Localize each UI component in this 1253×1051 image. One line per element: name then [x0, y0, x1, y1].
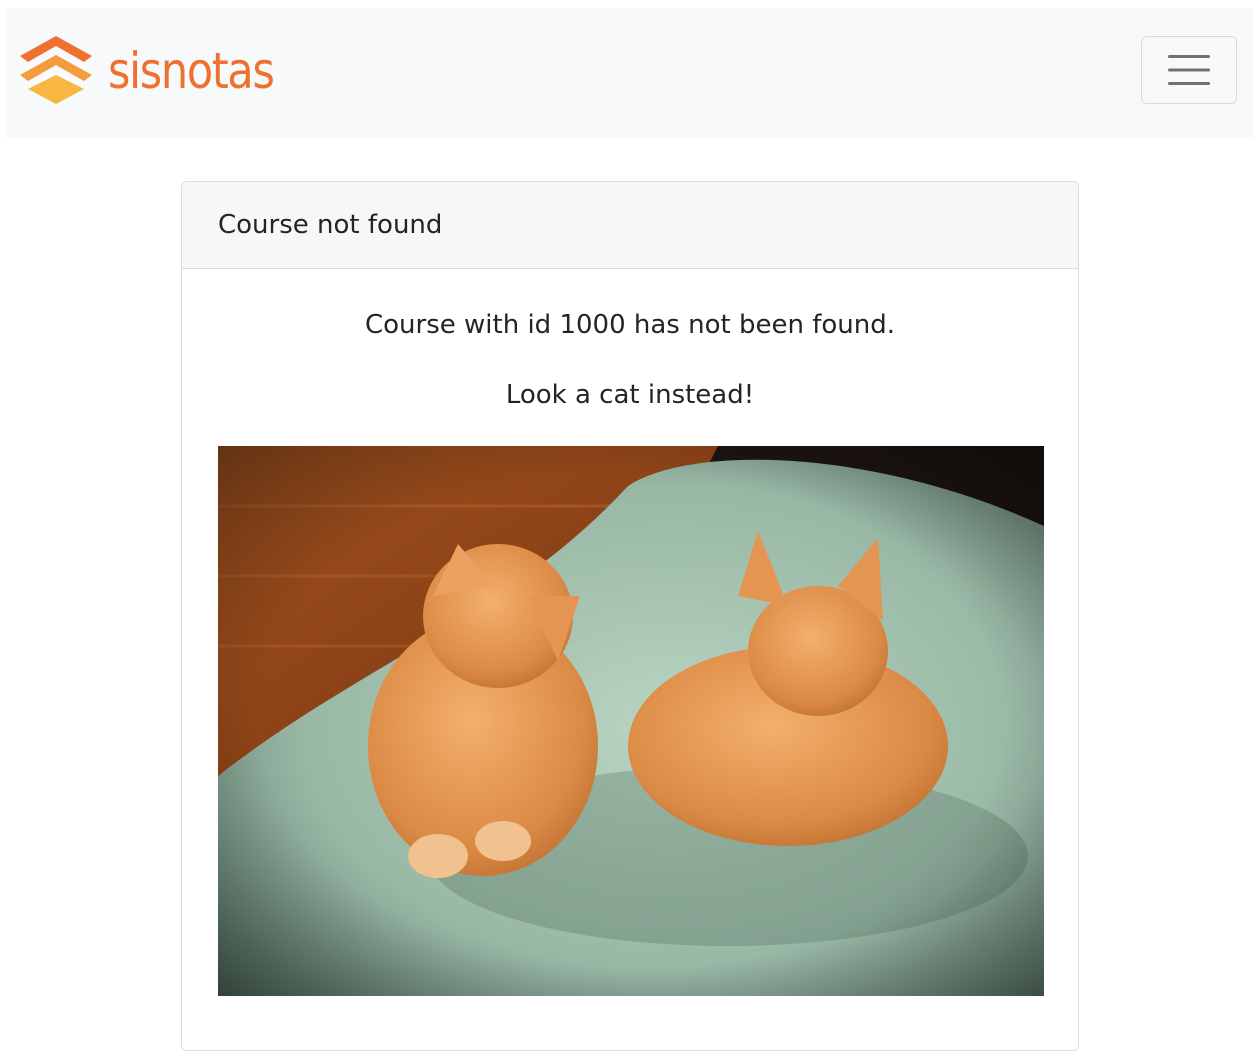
- hamburger-menu-icon: [1168, 55, 1210, 85]
- navbar: sisnotas: [6, 8, 1253, 138]
- error-card: Course not found Course with id 1000 has…: [181, 181, 1079, 1051]
- card-header: Course not found: [182, 182, 1078, 269]
- cat-caption: Look a cat instead!: [505, 380, 755, 410]
- card-title: Course not found: [218, 210, 443, 240]
- cat-photo: [218, 446, 1044, 996]
- brand-link[interactable]: sisnotas: [20, 36, 301, 106]
- navbar-toggle-button[interactable]: [1141, 36, 1237, 104]
- sisnotas-logo-icon: [20, 36, 92, 104]
- not-found-message: Course with id 1000 has not been found.: [365, 310, 895, 340]
- brand-name: sisnotas: [108, 42, 275, 100]
